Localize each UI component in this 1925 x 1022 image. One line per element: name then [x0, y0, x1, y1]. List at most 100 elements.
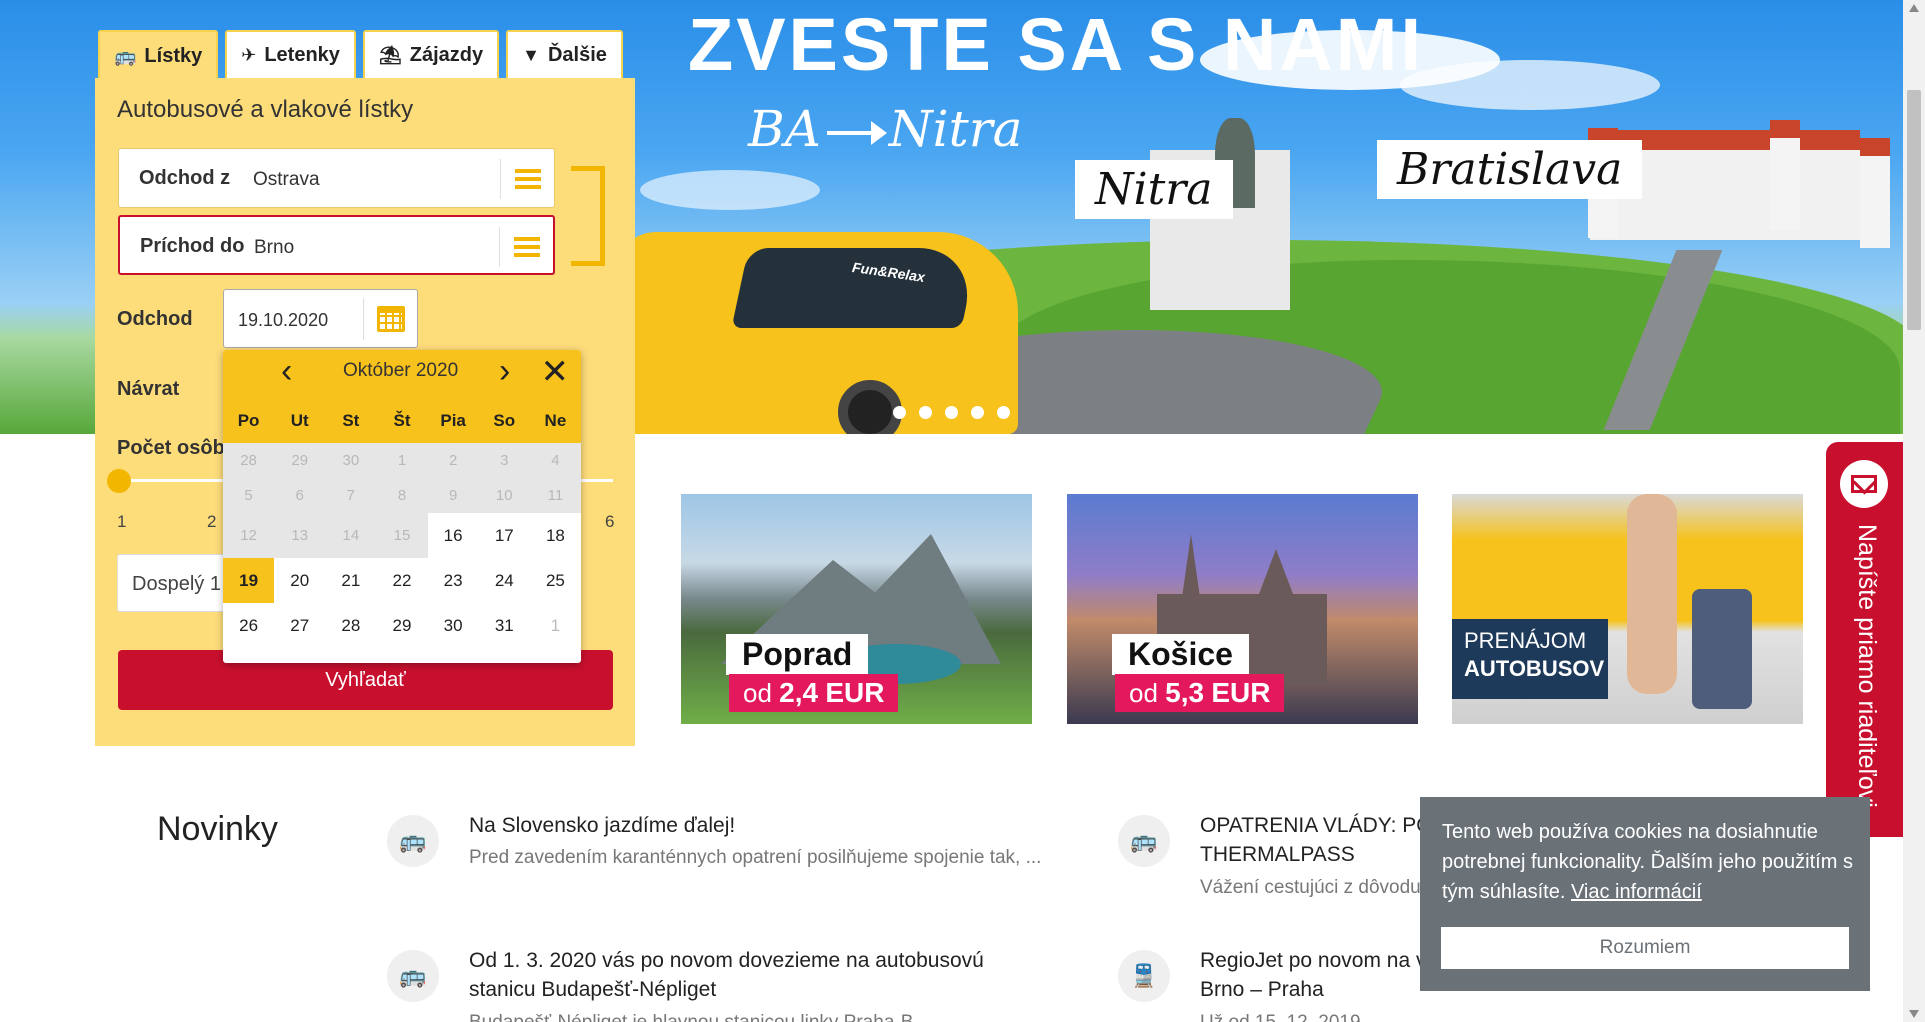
- tab-zajazdy[interactable]: ⛱ Zájazdy: [362, 30, 500, 78]
- arrow-right-icon: [826, 121, 887, 145]
- swap-stations-icon[interactable]: [571, 166, 605, 266]
- calendar-day-selected[interactable]: 19: [223, 558, 275, 603]
- next-month-icon[interactable]: ›: [499, 352, 510, 391]
- tab-dalsie[interactable]: ▼ Ďalšie: [506, 30, 623, 78]
- calendar-day-disabled: 13: [274, 513, 326, 558]
- promo-card-poprad[interactable]: Poprad od 2,4 EUR: [681, 494, 1032, 724]
- plane-icon: ✈: [241, 44, 257, 65]
- price-currency: EUR: [1211, 677, 1271, 708]
- calendar-day-next-month[interactable]: 1: [530, 603, 581, 648]
- cloud: [640, 170, 820, 210]
- calendar-day-disabled: 9: [427, 478, 479, 513]
- price-prefix: od: [1129, 678, 1158, 708]
- passengers-slider-handle[interactable]: [107, 469, 131, 493]
- departure-date-value[interactable]: 19.10.2020: [238, 310, 328, 331]
- hero-title: ZVESTE SA S NAMI: [688, 3, 1425, 86]
- scrollbar-thumb[interactable]: [1907, 90, 1921, 330]
- passenger-type-select[interactable]: Dospelý 1: [117, 554, 237, 612]
- tab-letenky[interactable]: ✈ Letenky: [225, 30, 356, 78]
- cookie-more-info-link[interactable]: Viac informácií: [1571, 881, 1702, 903]
- to-label: Príchod do: [140, 235, 245, 257]
- news-headline-line: stanicu Budapešť-Népliget: [469, 978, 717, 1001]
- calendar-day[interactable]: 24: [479, 558, 530, 603]
- calendar-day-disabled: 28: [223, 443, 275, 478]
- cookie-text: Tento web používa cookies na dosiahnutie…: [1442, 817, 1857, 907]
- calendar-day-disabled: 30: [325, 443, 377, 478]
- cookie-accept-button[interactable]: Rozumiem: [1441, 927, 1849, 969]
- slider-dot[interactable]: [893, 406, 906, 419]
- weekday-row: Po Ut St Št Pia So Ne: [223, 398, 581, 443]
- feedback-label: Napíšte priamo riaditeľovi: [1853, 524, 1881, 808]
- calendar-day-disabled: 29: [274, 443, 326, 478]
- tab-listky[interactable]: 🚌 Lístky: [98, 30, 219, 80]
- to-field[interactable]: Príchod do Brno: [118, 215, 555, 275]
- passengers-label: Počet osôb: [117, 437, 225, 459]
- calendar-button[interactable]: [363, 298, 417, 340]
- calendar-day-disabled: 6: [274, 478, 326, 513]
- feedback-tab[interactable]: Napíšte priamo riaditeľovi: [1826, 442, 1903, 837]
- promo-price: od 5,3 EUR: [1115, 674, 1285, 712]
- from-field[interactable]: Odchod z Ostrava: [118, 148, 555, 208]
- departure-date-input[interactable]: 19.10.2020: [223, 289, 418, 348]
- slider-dot[interactable]: [945, 406, 958, 419]
- weekday: St: [342, 410, 360, 430]
- city-label-bratislava: Bratislava: [1377, 140, 1643, 199]
- weekday: So: [493, 410, 516, 430]
- page: ZVESTE SA S NAMI BA Nitra Nitra Bratislav…: [0, 0, 1925, 1022]
- calendar-day[interactable]: 30: [428, 603, 479, 648]
- envelope-icon: [1840, 460, 1888, 508]
- promo-card-bus-rental[interactable]: PRENÁJOM AUTOBUSOV: [1452, 494, 1803, 724]
- calendar-day[interactable]: 26: [223, 603, 274, 648]
- scroll-down-icon[interactable]: [1909, 1010, 1919, 1018]
- calendar-day[interactable]: 28: [325, 603, 376, 648]
- calendar-day[interactable]: 18: [530, 513, 581, 558]
- from-list-button[interactable]: [500, 159, 554, 199]
- slider-dot[interactable]: [997, 406, 1010, 419]
- calendar-day[interactable]: 23: [428, 558, 479, 603]
- bus-icon: 🚌: [387, 815, 439, 867]
- calendar-day[interactable]: 20: [274, 558, 325, 603]
- slider-dot[interactable]: [971, 406, 984, 419]
- page-scrollbar[interactable]: [1903, 0, 1925, 1022]
- calendar-icon: [376, 306, 405, 332]
- promo-card-kosice[interactable]: Košice od 5,3 EUR: [1067, 494, 1418, 724]
- prev-month-icon[interactable]: ‹: [281, 352, 292, 391]
- bus-icon: 🚌: [1118, 815, 1170, 867]
- news-headline[interactable]: Na Slovensko jazdíme ďalej!: [469, 811, 735, 840]
- from-value[interactable]: Ostrava: [253, 169, 320, 191]
- person-image: [1627, 494, 1677, 694]
- calendar-day-disabled: 1: [376, 443, 428, 478]
- calendar-day-disabled: 10: [478, 478, 530, 513]
- week-row: 19 20 21 22 23 24 25: [223, 558, 581, 603]
- city-label-nitra: Nitra: [1075, 160, 1233, 219]
- tab-label: Zájazdy: [409, 43, 484, 66]
- price-currency: EUR: [825, 677, 885, 708]
- price-value: 2,4: [779, 677, 819, 708]
- close-icon[interactable]: ✕: [541, 352, 570, 392]
- calendar-day[interactable]: 17: [479, 513, 530, 558]
- promo-price: od 2,4 EUR: [729, 674, 899, 712]
- scroll-up-icon[interactable]: [1909, 4, 1919, 12]
- calendar-day[interactable]: 25: [530, 558, 581, 603]
- calendar-day[interactable]: 16: [428, 513, 479, 558]
- calendar-grid: Po Ut St Št Pia So Ne 28 29 30 1 2 3 4 5…: [223, 398, 581, 648]
- rental-label: PRENÁJOM AUTOBUSOV: [1452, 619, 1608, 699]
- calendar-day[interactable]: 31: [479, 603, 530, 648]
- calendar-day[interactable]: 29: [376, 603, 427, 648]
- calendar-day[interactable]: 22: [376, 558, 427, 603]
- slider-tick: 6: [605, 512, 615, 531]
- week-row: 5 6 7 8 9 10 11: [223, 478, 581, 513]
- calendar-day-disabled: 8: [376, 478, 428, 513]
- hero-route: BA Nitra: [748, 100, 1022, 158]
- caret-down-icon: ▼: [522, 44, 540, 65]
- calendar-day[interactable]: 27: [274, 603, 325, 648]
- news-headline[interactable]: Od 1. 3. 2020 vás po novom dovezieme na …: [469, 946, 984, 1004]
- to-value[interactable]: Brno: [254, 237, 294, 259]
- to-list-button[interactable]: [499, 227, 553, 267]
- promo-title: Poprad: [726, 634, 869, 675]
- slider-tick: 1: [117, 512, 127, 531]
- slider-dot[interactable]: [919, 406, 932, 419]
- calendar-day[interactable]: 21: [325, 558, 376, 603]
- cloud: [1400, 60, 1660, 110]
- date-picker: ‹ Október 2020 › ✕ Po Ut St Št Pia So Ne…: [223, 350, 581, 663]
